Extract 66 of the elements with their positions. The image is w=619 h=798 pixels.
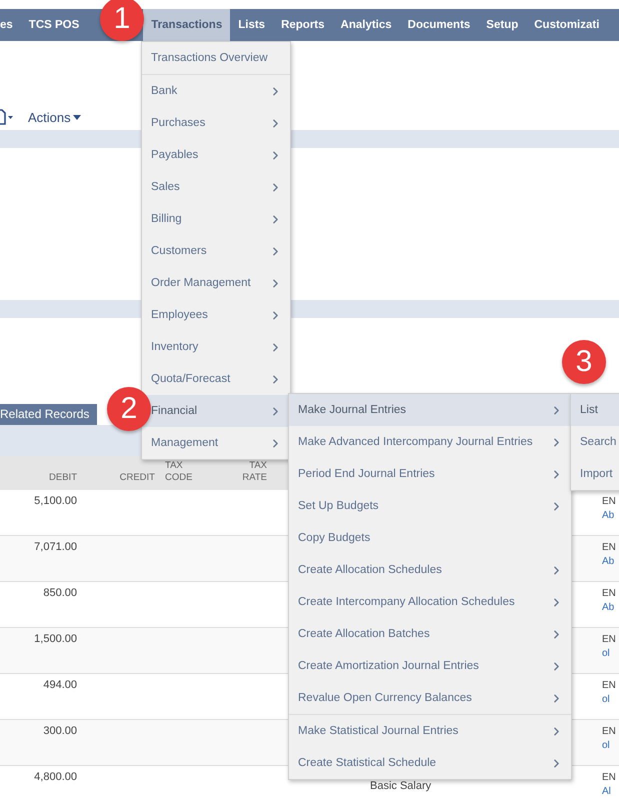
debit-cell-text: 5,100.00	[33, 494, 78, 509]
table-cell-text: Ab	[602, 509, 616, 523]
menu-item[interactable]: Create Statistical Schedule	[289, 747, 571, 779]
table-cell-text: ol	[602, 647, 611, 661]
table-cell-text: EN	[602, 725, 617, 739]
menu-item[interactable]: Create Allocation Schedules	[289, 554, 571, 586]
table-cell-text: ol	[602, 739, 611, 753]
debit-cell-text: 850.00	[42, 586, 78, 601]
menu-item[interactable]: Search	[571, 426, 619, 458]
nav-tab[interactable]: Customizati	[526, 9, 608, 41]
menu-item[interactable]: Period End Journal Entries	[289, 458, 571, 490]
table-cell-text: EN	[602, 771, 617, 785]
menu-item[interactable]: Order Management	[142, 267, 290, 299]
menu-item[interactable]: Inventory	[142, 331, 290, 363]
nav-tab[interactable]: Analytics	[332, 9, 400, 41]
debit-cell-text: 4,800.00	[33, 770, 78, 785]
column-header: CREDIT	[118, 472, 156, 484]
menu-item[interactable]: Billing	[142, 203, 290, 235]
menu-item[interactable]: Make Statistical Journal Entries	[289, 715, 571, 747]
menu-item[interactable]: Bank	[142, 75, 290, 107]
table-cell-text: Al	[602, 785, 612, 798]
nav-tab[interactable]: Lists	[230, 9, 274, 41]
nav-tab[interactable]: Documents	[400, 9, 478, 41]
menu-item[interactable]: Financial	[142, 395, 290, 427]
table-cell-text: Ab	[602, 555, 616, 569]
table-cell-text: EN	[602, 633, 617, 647]
menu-item[interactable]: Revalue Open Currency Balances	[289, 682, 571, 714]
table-cell-text: EN	[602, 541, 617, 555]
column-header: TAX CODE	[164, 460, 194, 484]
menu-item[interactable]: Create Amortization Journal Entries	[289, 650, 571, 682]
actions-menu[interactable]: Actions	[28, 110, 81, 124]
debit-cell-text: 7,071.00	[33, 540, 78, 555]
menu-item[interactable]: Create Allocation Batches	[289, 618, 571, 650]
menu-item[interactable]: Import	[571, 458, 619, 490]
nav-tab[interactable]: Reports	[273, 9, 333, 41]
menu-item[interactable]: Transactions Overview	[142, 42, 290, 74]
table-cell-text: EN	[602, 587, 617, 601]
menu-item[interactable]: Customers	[142, 235, 290, 267]
step-badge: 3	[562, 340, 606, 384]
menu-item[interactable]: Set Up Budgets	[289, 490, 571, 522]
menu-item[interactable]: Employees	[142, 299, 290, 331]
nav-tab[interactable]: TCS POS	[20, 9, 88, 41]
related-records-tab[interactable]: Related Records	[0, 404, 98, 424]
nav-tab[interactable]: Transactions	[143, 9, 230, 41]
document-menu-icon[interactable]	[0, 109, 14, 125]
debit-cell-text: 300.00	[42, 724, 78, 739]
menu-item[interactable]: Sales	[142, 171, 290, 203]
menu-item[interactable]: Purchases	[142, 107, 290, 139]
menu-item[interactable]: Make Advanced Intercompany Journal Entries	[289, 426, 571, 458]
nav-tab[interactable]: Setup	[478, 9, 526, 41]
column-header: DEBIT	[48, 472, 78, 484]
table-cell-text: Ab	[602, 601, 616, 615]
memo-cell-text: Basic Salary	[369, 779, 432, 794]
table-cell-text: EN	[602, 495, 617, 509]
menu-item[interactable]: Create Intercompany Allocation Schedules	[289, 586, 571, 618]
menu-item[interactable]: Copy Budgets	[289, 522, 571, 554]
table-cell-text: EN	[602, 679, 617, 693]
caret-down-icon	[72, 114, 81, 120]
column-header: TAX RATE	[241, 460, 268, 484]
debit-cell-text: 494.00	[42, 678, 78, 693]
debit-cell-text: 1,500.00	[33, 632, 78, 647]
menu-item[interactable]: Payables	[142, 139, 290, 171]
nav-tab[interactable]: es	[0, 9, 21, 41]
menu-item[interactable]: Make Journal Entries	[289, 394, 571, 426]
table-cell-text: ol	[602, 693, 611, 707]
menu-item[interactable]: List	[571, 394, 619, 426]
